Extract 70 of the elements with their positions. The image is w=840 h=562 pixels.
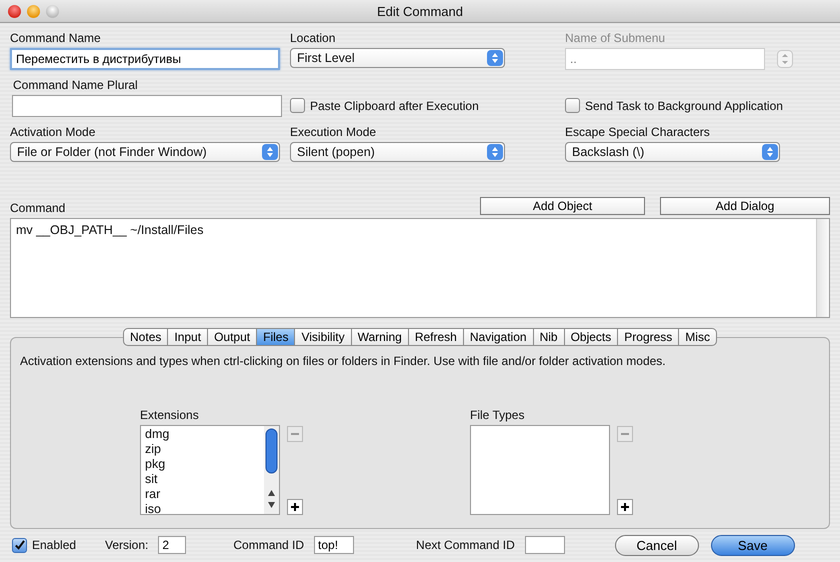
list-item[interactable]: pkg bbox=[145, 457, 170, 472]
minus-icon[interactable] bbox=[287, 426, 303, 442]
tab[interactable]: Misc bbox=[679, 328, 717, 346]
plus-icon[interactable] bbox=[287, 499, 303, 515]
list-item[interactable]: zip bbox=[145, 442, 170, 457]
next-command-id-field[interactable] bbox=[524, 536, 565, 554]
tab[interactable]: Refresh bbox=[408, 328, 464, 346]
close-icon[interactable] bbox=[8, 4, 21, 18]
file-types-list[interactable] bbox=[470, 425, 610, 515]
field-label: Location bbox=[290, 31, 336, 45]
tab[interactable]: Navigation bbox=[464, 328, 534, 346]
tab[interactable]: Input bbox=[168, 328, 208, 346]
add-button[interactable]: Add Dialog bbox=[660, 197, 830, 215]
command-id-field[interactable]: top! bbox=[314, 536, 354, 554]
checkbox-label: Paste Clipboard after Execution bbox=[310, 98, 479, 112]
plus-icon[interactable] bbox=[617, 499, 633, 515]
dropdown[interactable]: Backslash (\) bbox=[565, 142, 780, 162]
tab[interactable]: Progress bbox=[618, 328, 680, 346]
field-label: Activation Mode bbox=[10, 125, 96, 139]
zoom-icon[interactable] bbox=[46, 4, 59, 18]
updown-arrows-icon bbox=[262, 144, 278, 160]
minus-icon[interactable] bbox=[617, 426, 633, 442]
description-text: Activation extensions and types when ctrl-clicking on files or folders in Finder. Use with file and/or folder activation modes. bbox=[20, 354, 667, 368]
tab[interactable]: Output bbox=[208, 328, 258, 346]
field-label: Escape Special Characters bbox=[565, 125, 711, 139]
tab[interactable]: Nib bbox=[534, 328, 565, 346]
location-popup[interactable]: First Level bbox=[290, 48, 505, 68]
checkbox-label: Send Task to Background Application bbox=[585, 98, 783, 112]
field-label: Name of Submenu bbox=[565, 31, 666, 45]
list-item[interactable]: dmg bbox=[145, 427, 170, 442]
cancel-button[interactable]: Cancel bbox=[614, 534, 699, 556]
tab[interactable]: Notes bbox=[123, 328, 168, 346]
checkbox[interactable] bbox=[12, 538, 27, 552]
tab[interactable]: Objects bbox=[564, 328, 618, 346]
save-button[interactable]: Save bbox=[710, 534, 795, 556]
list-item[interactable]: iso bbox=[145, 502, 170, 514]
updown-arrows-icon bbox=[487, 144, 503, 160]
tab[interactable]: Visibility bbox=[295, 328, 352, 346]
dropdown[interactable]: Silent (popen) bbox=[290, 142, 505, 162]
field-label: Command Name Plural bbox=[12, 78, 139, 92]
field-label: Command ID bbox=[233, 538, 304, 552]
updown-arrows-icon bbox=[487, 50, 503, 66]
scrollbar[interactable] bbox=[816, 219, 829, 317]
scrollbar[interactable] bbox=[264, 426, 279, 514]
command-text: mv __OBJ_PATH__ ~/Install/Files bbox=[16, 222, 204, 238]
stepper-icon[interactable] bbox=[777, 50, 793, 68]
field-label: Command Name bbox=[10, 31, 102, 45]
checkbox-label: Enabled bbox=[32, 538, 76, 552]
minimize-icon[interactable] bbox=[27, 4, 40, 18]
command-name-field[interactable]: Переместить в дистрибутивы bbox=[10, 48, 280, 70]
field-label: Command bbox=[10, 201, 66, 215]
window-title: Edit Command bbox=[377, 4, 463, 18]
list-item[interactable]: rar bbox=[145, 487, 170, 502]
field-label: Next Command ID bbox=[416, 538, 515, 552]
tab[interactable]: Files bbox=[257, 328, 296, 346]
extensions-list[interactable]: dmg zip pkg sit rar iso bbox=[140, 425, 280, 515]
version-field[interactable]: 2 bbox=[158, 536, 186, 554]
add-button[interactable]: Add Object bbox=[480, 197, 645, 215]
updown-arrows-icon bbox=[762, 144, 778, 160]
list-label: Extensions bbox=[140, 408, 200, 422]
checkbox[interactable] bbox=[565, 98, 580, 113]
list-item[interactable]: sit bbox=[145, 472, 170, 487]
tab[interactable]: Warning bbox=[352, 328, 409, 346]
field-label: Execution Mode bbox=[290, 125, 378, 139]
checkbox[interactable] bbox=[290, 98, 305, 113]
dropdown[interactable]: File or Folder (not Finder Window) bbox=[10, 142, 280, 162]
command-name-plural-field[interactable] bbox=[12, 95, 282, 117]
command-text-area[interactable]: mv __OBJ_PATH__ ~/Install/Files bbox=[10, 218, 830, 318]
field-label: Version: bbox=[105, 538, 148, 552]
list-label: File Types bbox=[470, 408, 526, 422]
